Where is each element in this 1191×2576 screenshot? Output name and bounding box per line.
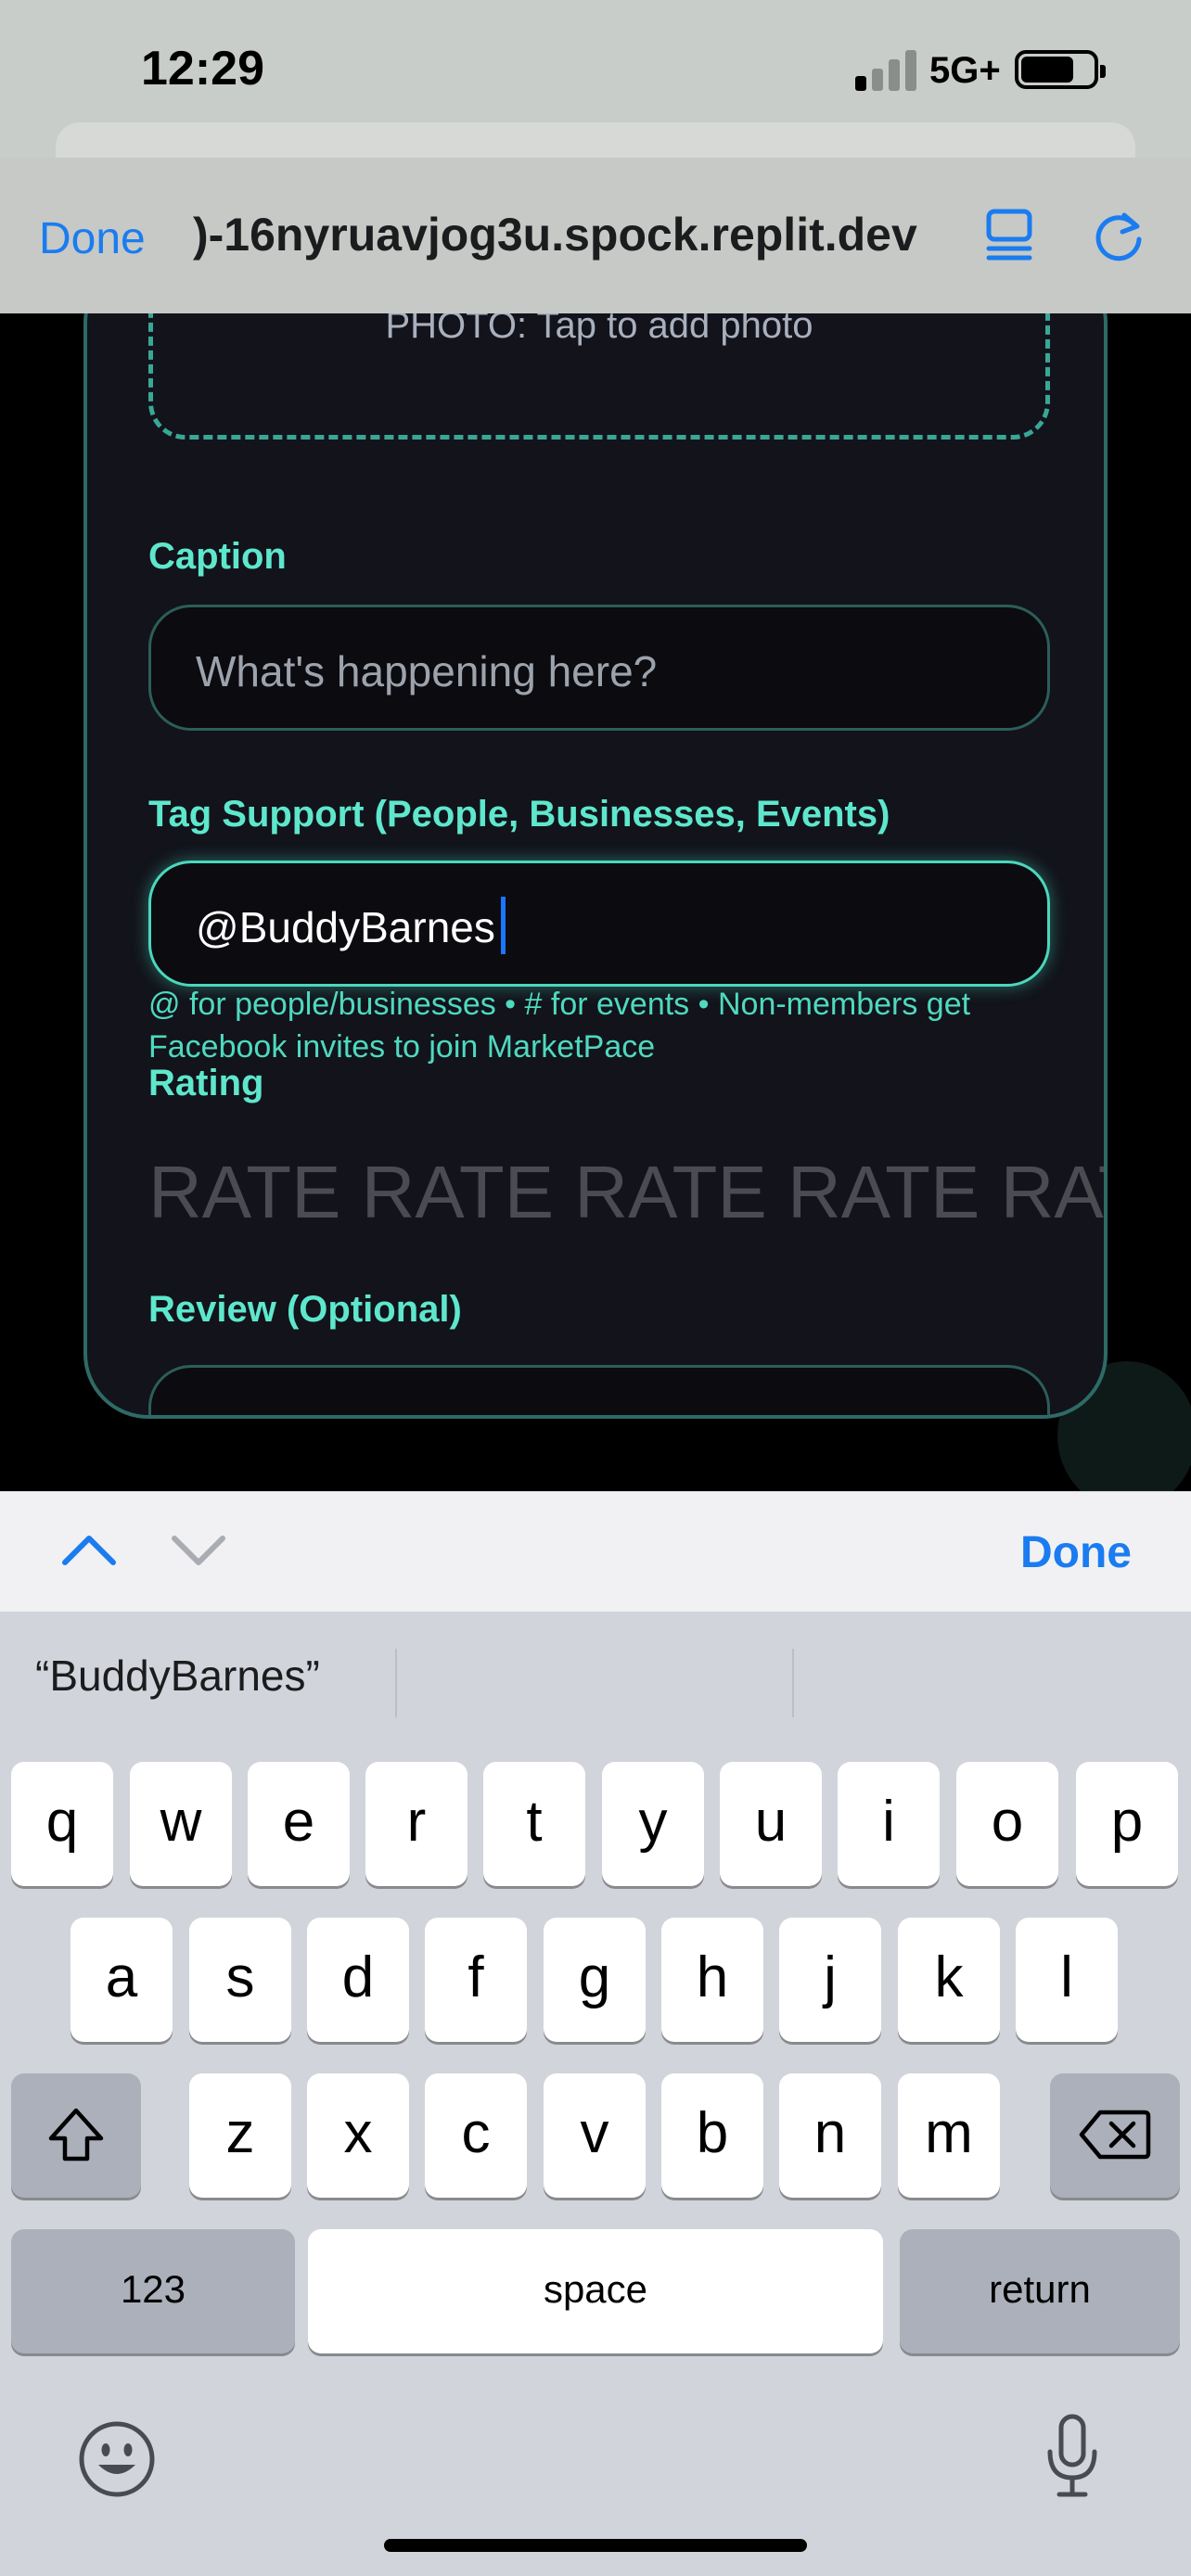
status-bar: 12:29 5G+: [0, 0, 1191, 178]
browser-done-button[interactable]: Done: [39, 213, 146, 264]
key-r[interactable]: r: [365, 1762, 467, 1886]
post-form-card: PHOTO: Tap to add photo Caption What's h…: [83, 313, 1108, 1419]
key-o[interactable]: o: [956, 1762, 1058, 1886]
chevron-up-icon[interactable]: [59, 1529, 119, 1570]
shift-icon: [48, 2108, 104, 2162]
key-k[interactable]: k: [898, 1918, 1000, 2042]
key-m[interactable]: m: [898, 2073, 1000, 2198]
review-input[interactable]: [148, 1365, 1050, 1415]
reader-view-icon[interactable]: [983, 206, 1035, 261]
keyboard-done-button[interactable]: Done: [1020, 1527, 1132, 1578]
space-key[interactable]: space: [308, 2229, 883, 2353]
caption-input[interactable]: What's happening here?: [148, 605, 1050, 731]
tag-hint: @ for people/businesses • # for events •…: [148, 987, 971, 1065]
key-h[interactable]: h: [661, 1918, 763, 2042]
keyboard: “BuddyBarnes” q w e r t y u i o p a s d …: [0, 1612, 1191, 2576]
chevron-down-icon[interactable]: [169, 1529, 228, 1570]
key-z[interactable]: z: [189, 2073, 291, 2198]
key-i[interactable]: i: [838, 1762, 940, 1886]
rating-label: Rating: [148, 1063, 264, 1103]
backspace-icon: [1079, 2110, 1151, 2160]
photo-upload-area[interactable]: PHOTO: Tap to add photo: [148, 313, 1050, 440]
key-w[interactable]: w: [130, 1762, 232, 1886]
battery-icon: [1015, 50, 1106, 89]
shift-key[interactable]: [11, 2073, 141, 2198]
reload-icon[interactable]: [1091, 208, 1148, 265]
key-v[interactable]: v: [544, 2073, 646, 2198]
delete-key[interactable]: [1050, 2073, 1180, 2198]
microphone-icon[interactable]: [1043, 2413, 1102, 2500]
cellular-signal-icon: [855, 46, 920, 91]
photo-prompt: PHOTO: Tap to add photo: [385, 313, 813, 346]
key-t[interactable]: t: [483, 1762, 585, 1886]
home-indicator: [384, 2539, 807, 2552]
key-a[interactable]: a: [70, 1918, 173, 2042]
key-d[interactable]: d: [307, 1918, 409, 2042]
key-j[interactable]: j: [779, 1918, 881, 2042]
caption-placeholder: What's happening here?: [196, 647, 658, 695]
key-q[interactable]: q: [11, 1762, 113, 1886]
key-y[interactable]: y: [602, 1762, 704, 1886]
autocorrect-suggestion[interactable]: “BuddyBarnes”: [35, 1651, 320, 1701]
tag-label: Tag Support (People, Businesses, Events): [148, 794, 890, 835]
key-n[interactable]: n: [779, 2073, 881, 2198]
key-e[interactable]: e: [248, 1762, 350, 1886]
web-page: PHOTO: Tap to add photo Caption What's h…: [0, 313, 1191, 1491]
key-l[interactable]: l: [1016, 1918, 1118, 2042]
network-type: 5G+: [929, 50, 1001, 91]
status-time: 12:29: [141, 42, 264, 96]
caption-label: Caption: [148, 536, 287, 577]
key-x[interactable]: x: [307, 2073, 409, 2198]
emoji-icon[interactable]: [78, 2420, 156, 2498]
rating-selector[interactable]: RATE RATE RATE RATE RATE: [148, 1150, 1104, 1235]
key-c[interactable]: c: [425, 2073, 527, 2198]
review-label: Review (Optional): [148, 1289, 462, 1330]
key-b[interactable]: b: [661, 2073, 763, 2198]
key-g[interactable]: g: [544, 1918, 646, 2042]
tag-input[interactable]: @BuddyBarnes: [148, 861, 1050, 987]
numbers-key[interactable]: 123: [11, 2229, 295, 2353]
keyboard-accessory-bar: Done: [0, 1491, 1191, 1612]
suggestion-divider: [395, 1649, 397, 1717]
return-key[interactable]: return: [900, 2229, 1180, 2353]
text-caret: [501, 897, 506, 954]
tag-input-value: @BuddyBarnes: [196, 903, 495, 951]
key-u[interactable]: u: [720, 1762, 822, 1886]
key-s[interactable]: s: [189, 1918, 291, 2042]
browser-toolbar: Done )-16nyruavjog3u.spock.replit.dev: [0, 158, 1191, 313]
key-f[interactable]: f: [425, 1918, 527, 2042]
key-p[interactable]: p: [1076, 1762, 1178, 1886]
url-text[interactable]: )-16nyruavjog3u.spock.replit.dev: [193, 208, 935, 261]
suggestion-divider: [792, 1649, 794, 1717]
